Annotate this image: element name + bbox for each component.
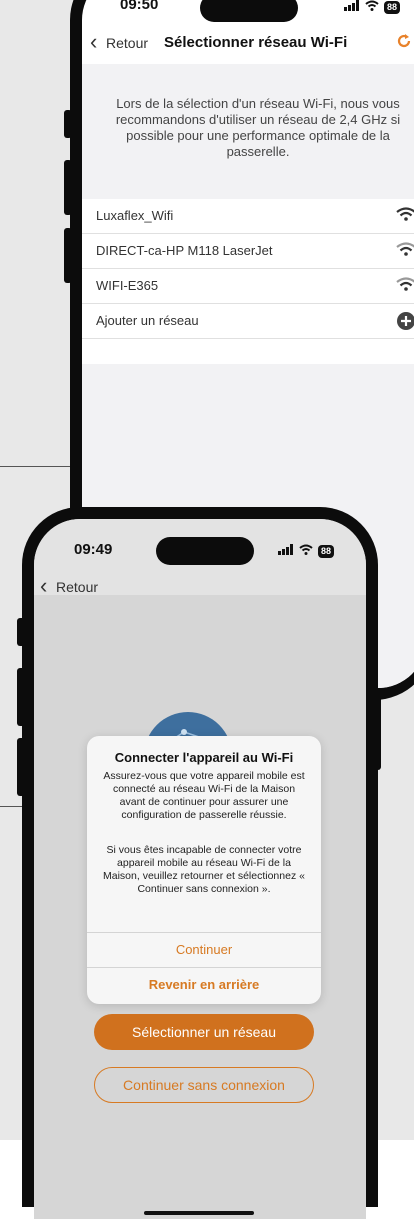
info-section: Lors de la sélection d'un réseau Wi-Fi, … xyxy=(82,64,414,199)
network-row[interactable]: Luxaflex_Wifi xyxy=(82,199,414,234)
dialog-title: Connecter l'appareil au Wi-Fi xyxy=(114,750,294,765)
add-network-row[interactable]: Ajouter un réseau xyxy=(82,304,414,339)
wifi-status-icon xyxy=(299,542,313,560)
divider-line xyxy=(0,466,72,467)
wifi-icon xyxy=(396,207,414,226)
status-icons: 88 xyxy=(344,0,401,16)
add-icon[interactable] xyxy=(396,311,414,336)
status-time: 09:49 xyxy=(74,541,113,558)
select-network-button[interactable]: Sélectionner un réseau xyxy=(94,1014,314,1050)
status-icons: 88 xyxy=(278,542,335,560)
info-text: Lors de la sélection d'un réseau Wi-Fi, … xyxy=(115,96,401,159)
network-list: Luxaflex_Wifi DIRECT-ca-HP M118 LaserJet… xyxy=(82,199,414,339)
continue-offline-button[interactable]: Continuer sans connexion xyxy=(94,1067,314,1103)
battery-indicator: 88 xyxy=(318,544,335,558)
alert-dialog: Connecter l'appareil au Wi-Fi Assurez-vo… xyxy=(87,736,321,1004)
front-phone-frame: 09:49 88 ‹ Retour Connecter l'appareil a… xyxy=(22,507,378,1219)
nav-bar: ‹ Retour Sélectionner réseau Wi-Fi xyxy=(82,27,414,57)
chevron-left-icon[interactable]: ‹ xyxy=(90,31,97,53)
wifi-icon xyxy=(396,277,414,296)
battery-indicator: 88 xyxy=(384,0,401,14)
network-name: WIFI-E365 xyxy=(96,278,159,293)
page-title: Sélectionner réseau Wi-Fi xyxy=(164,34,348,51)
dynamic-island xyxy=(156,537,254,565)
wifi-status-icon xyxy=(365,0,379,16)
home-indicator[interactable] xyxy=(144,1211,254,1215)
refresh-icon[interactable] xyxy=(396,33,412,54)
chevron-left-icon[interactable]: ‹ xyxy=(40,575,47,597)
network-row[interactable]: WIFI-E365 xyxy=(82,269,414,304)
back-button[interactable]: Retour xyxy=(106,35,148,51)
front-phone-screen: 09:49 88 ‹ Retour Connecter l'appareil a… xyxy=(34,519,366,1219)
wifi-icon xyxy=(396,242,414,261)
add-network-label: Ajouter un réseau xyxy=(96,313,199,328)
dynamic-island xyxy=(200,0,298,22)
network-name: Luxaflex_Wifi xyxy=(96,208,174,223)
signal-icon xyxy=(278,542,294,560)
dialog-message: Assurez-vous que votre appareil mobile e… xyxy=(103,770,305,821)
network-row[interactable]: DIRECT-ca-HP M118 LaserJet xyxy=(82,234,414,269)
status-time: 09:50 xyxy=(120,0,159,13)
network-name: DIRECT-ca-HP M118 LaserJet xyxy=(96,243,273,258)
signal-icon xyxy=(344,0,360,16)
back-button[interactable]: Retour xyxy=(56,579,98,595)
dialog-message: Si vous êtes incapable de connecter votr… xyxy=(103,844,305,895)
continue-button[interactable]: Continuer xyxy=(87,933,321,967)
go-back-button[interactable]: Revenir en arrière xyxy=(87,968,321,1002)
